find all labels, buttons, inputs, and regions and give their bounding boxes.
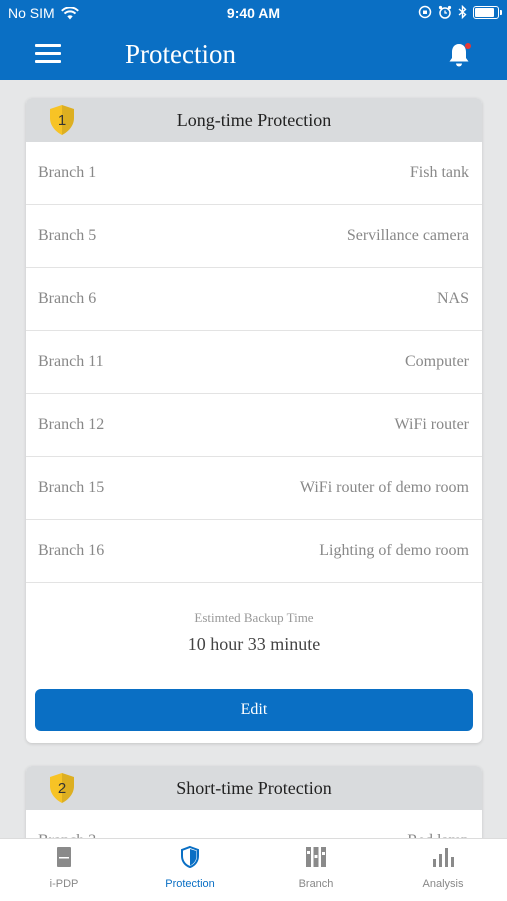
shield-icon: 1: [50, 105, 74, 135]
status-bar: No SIM 9:40 AM: [0, 0, 507, 28]
branch-name: Branch 15: [38, 479, 105, 496]
device-name: Servillance camera: [346, 227, 469, 244]
table-row[interactable]: Branch 12 WiFi router: [26, 394, 482, 457]
device-name: Lighting of demo room: [319, 542, 469, 559]
branch-name: Branch 16: [38, 542, 105, 559]
shield-icon: [178, 845, 202, 869]
table-row[interactable]: Branch 11 Computer: [26, 331, 482, 394]
table-row[interactable]: Branch 6 NAS: [26, 268, 482, 331]
battery-icon: [473, 5, 502, 19]
short-protection-card: 2 Short-time Protection Branch 3Red lamp: [26, 766, 482, 838]
tab-branch[interactable]: Branch: [253, 839, 379, 901]
shield-number: 2: [58, 780, 66, 797]
device-name: WiFi router of demo room: [299, 479, 469, 496]
device-name: Computer: [405, 353, 469, 370]
tab-i-pdp[interactable]: i-PDP: [1, 839, 127, 901]
device-icon: [52, 845, 76, 869]
orientation-lock-icon: [418, 5, 432, 19]
tab-label: Branch: [298, 878, 334, 890]
section-title: Long-time Protection: [176, 110, 332, 130]
bell-icon: [449, 43, 471, 67]
table-row[interactable]: Branch 5 Servillance camera: [26, 205, 482, 268]
notification-dot: [465, 43, 471, 49]
long-protection-header: 1 Long-time Protection: [26, 98, 482, 142]
bar-chart-icon: [431, 845, 455, 869]
main-content[interactable]: 1 Long-time Protection Branch 1 Fish tank…: [0, 80, 507, 838]
long-protection-card: 1 Long-time Protection Branch 1 Fish tank…: [26, 98, 482, 743]
backup-time-value: 10 hour 33 minute: [187, 634, 321, 654]
table-row[interactable]: Branch 16 Lighting of demo room: [26, 520, 482, 583]
status-right: [418, 5, 502, 19]
tab-label: Protection: [165, 878, 215, 890]
backup-time-label: Estimted Backup Time: [194, 610, 314, 625]
notification-button[interactable]: [445, 41, 473, 69]
shield-number: 1: [58, 112, 66, 129]
tab-label: i-PDP: [49, 878, 79, 890]
branch-name: Branch 12: [38, 416, 105, 433]
edit-button[interactable]: Edit: [35, 689, 473, 731]
table-row[interactable]: Branch 1 Fish tank: [26, 142, 482, 205]
tab-bar: i-PDP Protection Branch Analysis: [0, 838, 507, 901]
branch-list: Branch 3Red lamp: [26, 810, 482, 838]
device-name: WiFi router: [394, 416, 469, 433]
bluetooth-icon: [458, 5, 467, 19]
hamburger-menu-icon[interactable]: [35, 44, 61, 64]
device-name: Fish tank: [409, 164, 469, 181]
backup-time-block: Estimted Backup Time 10 hour 33 minute: [26, 583, 482, 681]
nav-bar: Protection: [0, 28, 507, 80]
alarm-icon: [438, 5, 452, 19]
tab-protection[interactable]: Protection: [127, 839, 253, 901]
branch-icon: [304, 845, 328, 869]
branch-list: Branch 1 Fish tank Branch 5 Servillance cam…: [26, 142, 482, 583]
shield-icon: 2: [50, 773, 74, 803]
table-row[interactable]: Branch 15 WiFi router of demo room: [26, 457, 482, 520]
tab-analysis[interactable]: Analysis: [380, 839, 506, 901]
section-title: Short-time Protection: [176, 778, 332, 798]
page-title: Protection: [125, 39, 236, 69]
table-row[interactable]: Branch 3Red lamp: [26, 810, 482, 838]
device-name: NAS: [436, 290, 469, 307]
short-protection-header: 2 Short-time Protection: [26, 766, 482, 810]
branch-name: Branch 5: [38, 227, 97, 244]
branch-name: Branch 6: [38, 290, 97, 307]
tab-label: Analysis: [422, 878, 464, 890]
branch-name: Branch 11: [38, 353, 104, 370]
branch-name: Branch 1: [38, 164, 97, 181]
battery-level: [475, 7, 495, 17]
